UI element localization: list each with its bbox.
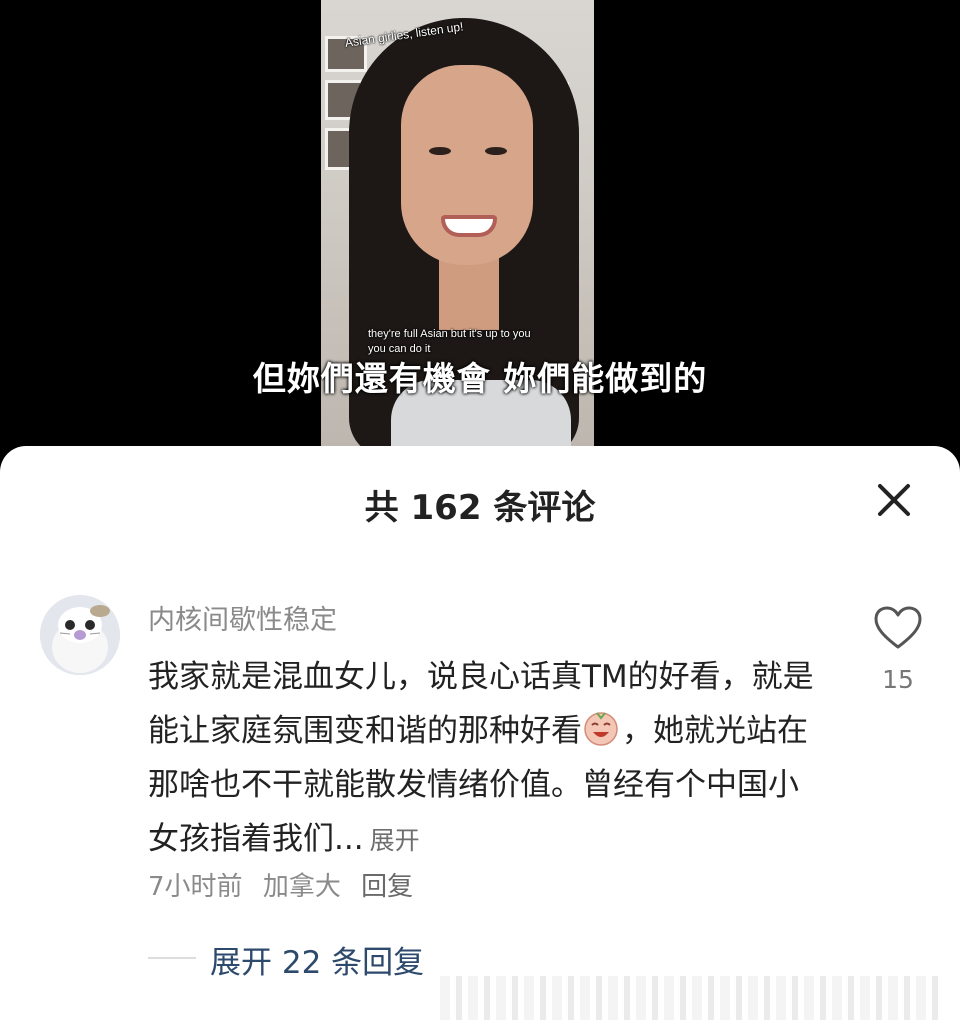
person-face xyxy=(401,65,533,265)
comment-location: 加拿大 xyxy=(262,872,341,902)
comment-text: 我家就是混血女儿，说良心话真TM的好看，就是能让家庭氛围变和谐的那种好看 ，她就… xyxy=(148,650,818,868)
laughing-crying-emoji-icon xyxy=(582,709,620,747)
video-subtitle: 但妳們還有機會 妳們能做到的 xyxy=(252,359,708,398)
like-count: 15 xyxy=(882,665,914,694)
heart-outline-icon[interactable] xyxy=(872,605,924,651)
watermark xyxy=(440,976,940,1020)
comment-time: 7小时前 xyxy=(148,872,243,902)
expand-replies-label: 展开 22 条回复 xyxy=(210,945,425,981)
eye xyxy=(485,147,507,155)
expand-replies-button[interactable]: 展开 22 条回复 xyxy=(148,933,468,983)
avatar[interactable] xyxy=(40,595,120,675)
comments-count-title: 共 162 条评论 xyxy=(364,488,596,528)
divider xyxy=(148,957,196,959)
reply-button[interactable]: 回复 xyxy=(361,872,413,902)
expand-comment-link[interactable]: 展开 xyxy=(370,826,420,855)
eye xyxy=(429,147,451,155)
comment-meta: 7小时前 加拿大 回复 xyxy=(148,866,425,903)
video-player[interactable]: Asian girlies, listen up! they're full A… xyxy=(0,0,960,450)
smile xyxy=(441,215,497,237)
comment-username[interactable]: 内核间歇性稳定 xyxy=(148,598,337,637)
comments-sheet: 共 162 条评论 内核间歇性稳定 我家就是混血女儿，说良心话真TM的好看，就是… xyxy=(0,446,960,1027)
close-icon[interactable] xyxy=(866,476,922,524)
